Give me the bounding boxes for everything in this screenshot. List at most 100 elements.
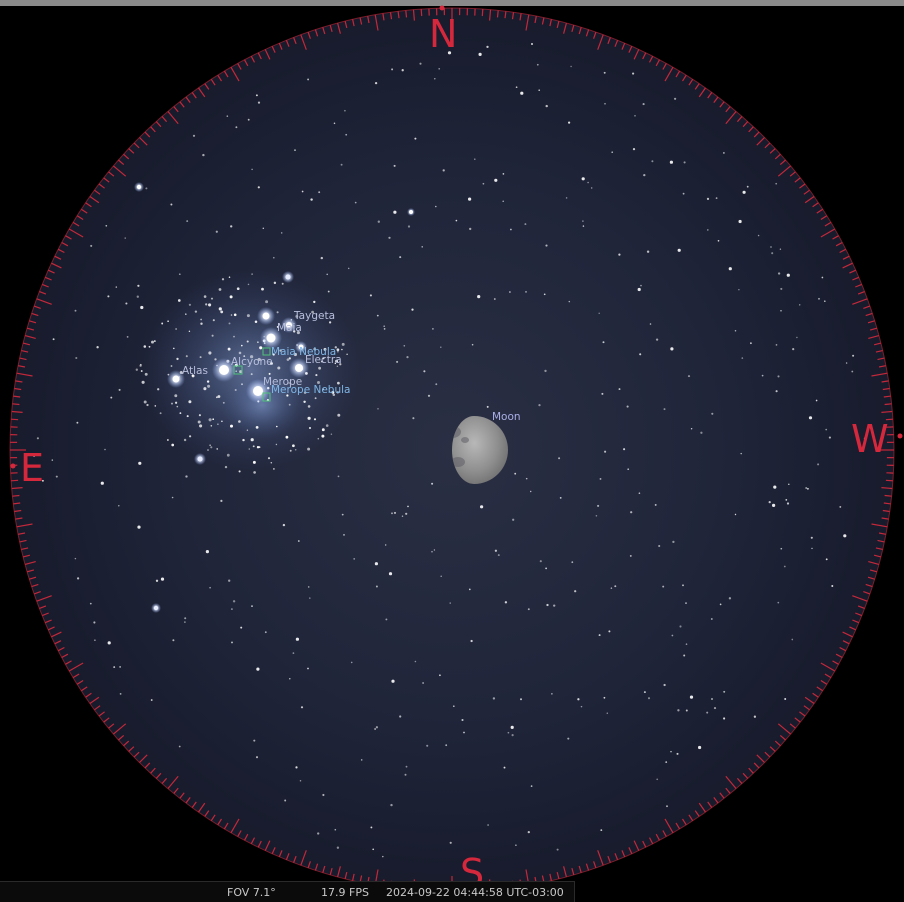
star	[778, 272, 780, 274]
star	[537, 64, 539, 66]
star	[307, 668, 309, 670]
star	[230, 425, 233, 428]
star-label-alcyone[interactable]: Alcyone	[231, 356, 273, 368]
star	[445, 744, 447, 746]
star	[729, 597, 731, 599]
star	[817, 463, 819, 465]
star	[560, 497, 562, 499]
star	[343, 534, 345, 536]
star	[116, 286, 117, 287]
star	[577, 698, 579, 700]
moon-label[interactable]: Moon	[492, 411, 521, 423]
star	[597, 505, 599, 507]
star	[439, 674, 441, 676]
star	[361, 759, 363, 761]
star	[195, 310, 197, 312]
fov-readout: FOV 7.1°	[227, 886, 276, 899]
star	[403, 345, 405, 347]
pleiades-nebulosity	[140, 270, 360, 470]
star	[247, 314, 250, 317]
star	[269, 373, 271, 375]
star	[230, 225, 232, 227]
star	[818, 298, 820, 300]
star	[435, 383, 437, 385]
star	[568, 122, 570, 124]
star	[225, 466, 227, 468]
star	[52, 459, 53, 460]
star	[754, 716, 756, 718]
star	[105, 225, 107, 227]
star	[438, 68, 440, 70]
star	[633, 148, 635, 150]
star	[784, 698, 786, 700]
star	[826, 558, 828, 560]
star	[690, 696, 693, 699]
star	[739, 220, 742, 223]
star	[211, 298, 213, 300]
star	[118, 505, 119, 506]
star	[286, 436, 289, 439]
star	[378, 221, 380, 223]
star	[214, 358, 216, 360]
star	[399, 715, 401, 717]
star-label-maia[interactable]: Maia	[277, 322, 302, 334]
compass-tick	[11, 419, 18, 420]
star	[440, 575, 442, 577]
star	[310, 198, 312, 200]
star	[407, 506, 409, 508]
star	[502, 200, 504, 202]
star	[253, 445, 255, 447]
star	[370, 826, 372, 828]
star	[686, 643, 688, 645]
star	[263, 228, 264, 229]
star	[209, 418, 212, 421]
star	[655, 504, 657, 506]
compass-tick	[12, 404, 19, 405]
sky-view[interactable]: Taygeta Maia Maia Nebula Electra Alcyone…	[0, 0, 904, 901]
star	[211, 425, 213, 427]
star	[200, 319, 202, 321]
star	[156, 580, 158, 582]
star-label-taygeta[interactable]: Taygeta	[293, 310, 335, 322]
star	[229, 322, 231, 324]
star	[341, 349, 343, 351]
star	[716, 197, 718, 199]
nebula-label-merope[interactable]: Merope Nebula	[271, 384, 350, 396]
star	[469, 589, 471, 591]
star	[309, 597, 310, 598]
star	[173, 348, 175, 350]
star	[296, 638, 299, 641]
star	[512, 519, 514, 521]
star	[421, 246, 422, 247]
compass-tick	[421, 9, 422, 16]
compass-tick	[886, 480, 893, 481]
star	[851, 371, 853, 373]
star	[772, 504, 775, 507]
compass-east: E	[20, 446, 44, 490]
star	[531, 785, 533, 787]
star	[388, 237, 390, 239]
datetime-readout[interactable]: 2024-09-22 04:44:58 UTC-03:00	[386, 886, 564, 899]
star	[199, 424, 202, 427]
star	[423, 370, 425, 372]
star	[189, 331, 190, 332]
star	[298, 540, 300, 542]
star	[509, 291, 511, 293]
star	[811, 537, 813, 539]
star	[179, 412, 181, 414]
star	[90, 245, 92, 247]
star	[256, 94, 258, 96]
star	[209, 587, 211, 589]
star	[140, 306, 143, 309]
star	[698, 746, 701, 749]
star	[570, 66, 571, 67]
star	[141, 370, 143, 372]
star	[345, 134, 347, 136]
star	[76, 422, 78, 424]
star	[614, 585, 616, 587]
star	[738, 289, 739, 290]
star-label-atlas[interactable]: Atlas	[182, 365, 208, 377]
star-label-electra[interactable]: Electra	[305, 354, 342, 366]
star	[546, 604, 548, 606]
star	[313, 301, 315, 303]
